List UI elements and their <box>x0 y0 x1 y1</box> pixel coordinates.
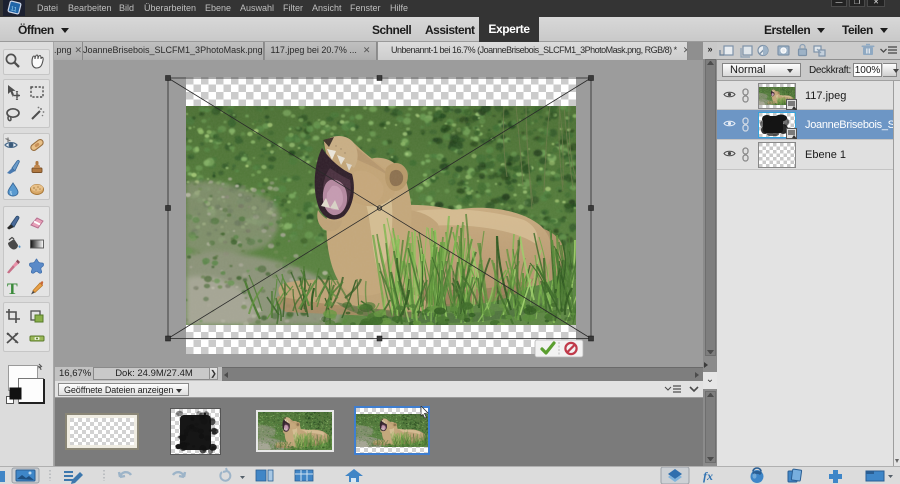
svg-text:fx: fx <box>703 469 713 483</box>
svg-text:T: T <box>7 281 18 298</box>
